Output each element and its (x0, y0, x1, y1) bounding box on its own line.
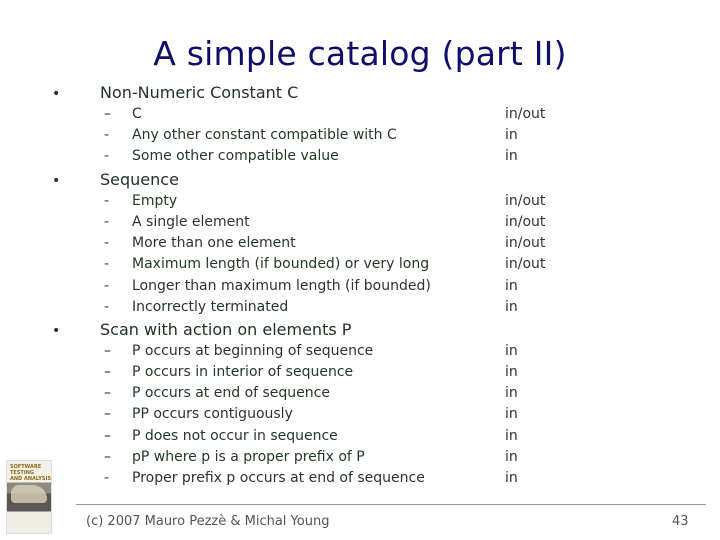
list-item: - A single element (104, 214, 250, 230)
dash-icon: - (104, 299, 110, 315)
list-item: - Empty (104, 193, 177, 209)
item-text: Some other compatible value (132, 148, 339, 164)
list-item: - Longer than maximum length (if bounded) (104, 278, 431, 294)
slide-title: A simple catalog (part II) (153, 34, 567, 73)
dash-icon: – (104, 106, 111, 122)
list-item: - Maximum length (if bounded) or very lon… (104, 256, 429, 272)
item-text: pP where p is a proper prefix of P (132, 449, 365, 465)
bullet-icon: • (52, 86, 61, 102)
item-value: in/out (505, 214, 546, 230)
footer-divider (76, 504, 706, 505)
item-value: in (505, 127, 518, 143)
item-value: in (505, 343, 518, 359)
dash-icon: - (104, 193, 110, 209)
list-item: - Incorrectly terminated (104, 299, 288, 315)
item-text: Maximum length (if bounded) or very long (132, 256, 430, 272)
section-heading: • Sequence (52, 170, 179, 189)
item-text: Empty (132, 193, 178, 209)
item-value: in/out (505, 106, 546, 122)
dash-icon: – (104, 449, 111, 465)
section-heading-text: Non-Numeric Constant C (100, 83, 299, 102)
dash-icon: - (104, 214, 110, 230)
list-item: – pP where p is a proper prefix of P (104, 449, 365, 465)
dash-icon: - (104, 148, 110, 164)
item-text: More than one element (132, 235, 296, 251)
item-value: in/out (505, 235, 546, 251)
car-illustration (11, 485, 47, 503)
dash-icon: – (104, 385, 111, 401)
item-value: in (505, 385, 518, 401)
list-item: – P occurs at beginning of sequence (104, 343, 373, 359)
item-value: in (505, 470, 518, 486)
dash-icon: - (104, 470, 110, 486)
dash-icon: – (104, 343, 111, 359)
dash-icon: - (104, 278, 110, 294)
dash-icon: - (104, 256, 110, 272)
list-item: – PP occurs contiguously (104, 406, 293, 422)
item-value: in (505, 449, 518, 465)
item-text: Longer than maximum length (if bounded) (132, 278, 431, 294)
section-heading-text: Scan with action on elements P (100, 320, 352, 339)
section-heading: • Scan with action on elements P (52, 320, 351, 339)
list-item: – P does not occur in sequence (104, 428, 338, 444)
book-title-line: SOFTWARE TESTING (10, 464, 42, 476)
item-value: in (505, 406, 518, 422)
book-cover-title: SOFTWARE TESTING AND ANALYSIS (10, 464, 51, 482)
list-item: - Some other compatible value (104, 148, 339, 164)
book-title-line: AND ANALYSIS (10, 476, 51, 482)
item-text: P occurs in interior of sequence (132, 364, 354, 380)
item-text: P does not occur in sequence (132, 428, 338, 444)
item-text: PP occurs contiguously (132, 406, 293, 422)
list-item: - Proper prefix p occurs at end of sequen… (104, 470, 425, 486)
item-text: P occurs at beginning of sequence (132, 343, 374, 359)
item-text: Proper prefix p occurs at end of sequenc… (132, 470, 425, 486)
dash-icon: – (104, 364, 111, 380)
dash-icon: - (104, 235, 110, 251)
book-cover-image: SOFTWARE TESTING AND ANALYSIS (6, 460, 52, 534)
item-value: in/out (505, 256, 546, 272)
item-value: in (505, 299, 518, 315)
item-value: in (505, 278, 518, 294)
list-item: – P occurs at end of sequence (104, 385, 330, 401)
list-item: – P occurs in interior of sequence (104, 364, 353, 380)
bullet-icon: • (52, 323, 61, 339)
list-item: – C (104, 106, 142, 122)
dash-icon: – (104, 406, 111, 422)
section-heading: • Non-Numeric Constant C (52, 83, 298, 102)
item-text: Incorrectly terminated (132, 299, 289, 315)
footer-copyright: (c) 2007 Mauro Pezzè & Michal Young (86, 514, 330, 529)
item-text: P occurs at end of sequence (132, 385, 330, 401)
dash-icon: - (104, 127, 110, 143)
list-item: - More than one element (104, 235, 296, 251)
section-heading-text: Sequence (100, 170, 179, 189)
item-text: A single element (132, 214, 250, 230)
item-value: in (505, 428, 518, 444)
page-number: 43 (672, 514, 689, 529)
bullet-icon: • (52, 173, 61, 189)
item-text: C (132, 106, 142, 122)
item-text: Any other constant compatible with C (132, 127, 397, 143)
item-value: in/out (505, 193, 546, 209)
item-value: in (505, 364, 518, 380)
item-value: in (505, 148, 518, 164)
dash-icon: – (104, 428, 111, 444)
list-item: - Any other constant compatible with C (104, 127, 397, 143)
